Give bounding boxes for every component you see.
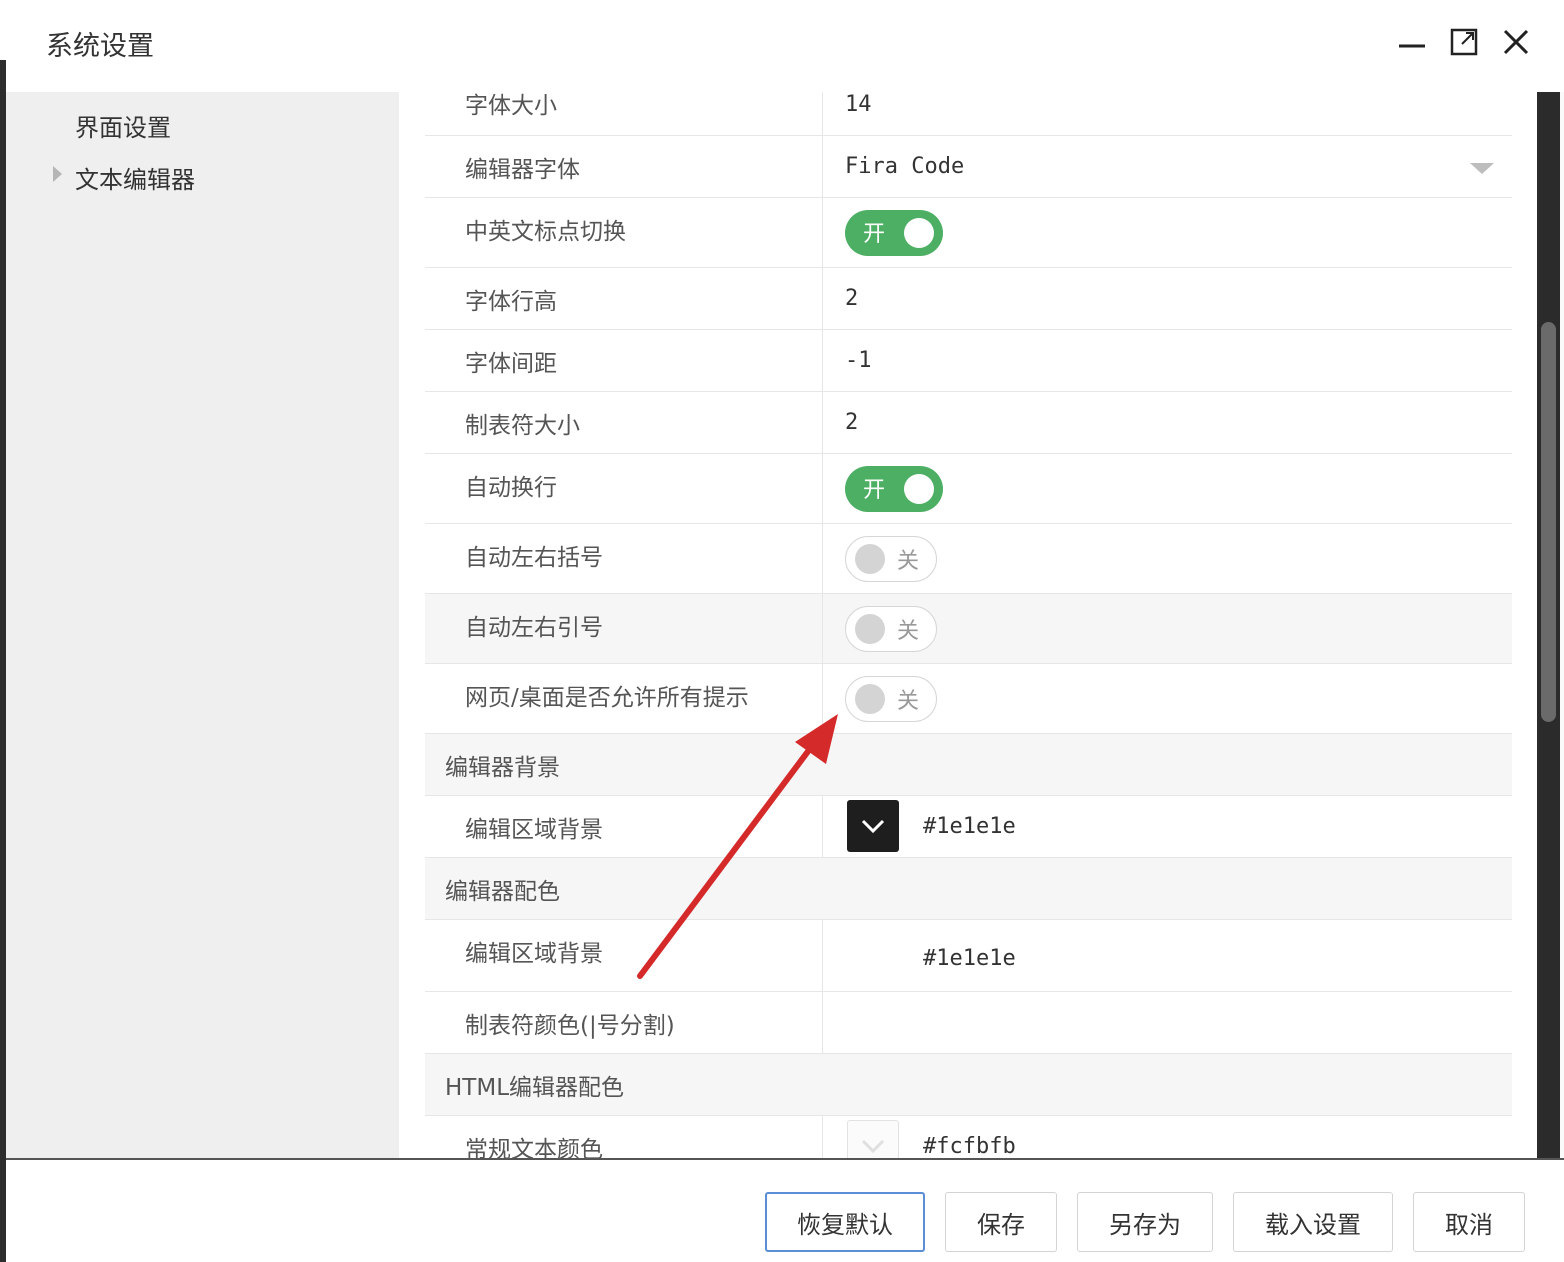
expand-arrow-icon[interactable] — [53, 166, 62, 182]
cancel-button[interactable]: 取消 — [1413, 1192, 1525, 1252]
save-as-button[interactable]: 另存为 — [1077, 1192, 1213, 1252]
letter-spacing-input[interactable]: -1 — [845, 348, 872, 373]
setting-label: 常规文本颜色 — [465, 1137, 603, 1160]
color-value[interactable]: #1e1e1e — [923, 814, 1016, 839]
scrollbar-thumb[interactable] — [1541, 322, 1556, 722]
editor-font-select[interactable]: Fira Code — [823, 136, 1512, 197]
setting-row-word-wrap: 自动换行 开 — [425, 454, 1512, 524]
setting-label: 自动换行 — [465, 475, 557, 501]
setting-row-auto-brackets: 自动左右括号 关 — [425, 524, 1512, 594]
toggle-state: 关 — [897, 619, 920, 644]
setting-row-tab-color: 制表符颜色(|号分割) — [425, 992, 1512, 1054]
setting-row-html-text-color: 常规文本颜色 #fcfbfb — [425, 1116, 1512, 1160]
line-height-input[interactable]: 2 — [845, 286, 858, 311]
dialog-footer: 恢复默认 保存 另存为 载入设置 取消 — [6, 1158, 1564, 1262]
allow-hints-toggle[interactable]: 关 — [845, 676, 937, 722]
group-html-editor-colors: HTML编辑器配色 — [425, 1054, 1512, 1116]
setting-label: 自动左右引号 — [465, 615, 603, 641]
setting-row-line-height: 字体行高 2 — [425, 268, 1512, 330]
group-editor-background: 编辑器背景 — [425, 734, 1512, 796]
group-title: 编辑器背景 — [445, 755, 560, 781]
toggle-knob — [855, 614, 885, 644]
setting-row-editor-area-bg: 编辑区域背景 #1e1e1e — [425, 796, 1512, 858]
sidebar-item-text-editor[interactable]: 文本编辑器 — [75, 160, 195, 195]
color-value[interactable]: #fcfbfb — [923, 1134, 1016, 1159]
editor-font-value: Fira Code — [845, 154, 965, 179]
setting-row-auto-quotes: 自动左右引号 关 — [425, 594, 1512, 664]
group-editor-colors: 编辑器配色 — [425, 858, 1512, 920]
setting-row-punct-switch: 中英文标点切换 开 — [425, 198, 1512, 268]
minimize-icon[interactable] — [1392, 22, 1432, 62]
setting-label: 网页/桌面是否允许所有提示 — [465, 685, 749, 711]
toggle-knob — [855, 684, 885, 714]
settings-sidebar: 界面设置 文本编辑器 — [6, 92, 399, 1160]
group-title: 编辑器配色 — [445, 879, 560, 905]
load-settings-button[interactable]: 载入设置 — [1233, 1192, 1393, 1252]
setting-label: 字体大小 — [465, 93, 557, 119]
setting-label: 编辑区域背景 — [465, 817, 603, 843]
setting-row-font-size: 字体大小 14 — [425, 92, 1512, 136]
close-icon[interactable] — [1496, 22, 1536, 62]
setting-label: 字体行高 — [465, 289, 557, 315]
color-swatch-button[interactable] — [847, 800, 899, 852]
chevron-down-icon[interactable] — [1470, 163, 1494, 174]
setting-label: 编辑器字体 — [465, 157, 580, 183]
sidebar-item-ui-settings[interactable]: 界面设置 — [75, 108, 171, 143]
chevron-down-icon — [861, 1139, 885, 1154]
color-value[interactable]: #1e1e1e — [923, 946, 1016, 971]
toggle-state: 关 — [897, 689, 920, 714]
setting-row-letter-spacing: 字体间距 -1 — [425, 330, 1512, 392]
punct-switch-toggle[interactable]: 开 — [845, 210, 943, 256]
group-title: HTML编辑器配色 — [445, 1075, 625, 1101]
settings-content: 字体大小 14 编辑器字体 Fira Code 中英文标点切换 开 字体行高 2 — [399, 92, 1537, 1160]
tab-size-input[interactable]: 2 — [845, 410, 858, 435]
word-wrap-toggle[interactable]: 开 — [845, 466, 943, 512]
setting-label: 制表符颜色(|号分割) — [465, 1013, 675, 1039]
auto-brackets-toggle[interactable]: 关 — [845, 536, 937, 582]
setting-row-allow-hints: 网页/桌面是否允许所有提示 关 — [425, 664, 1512, 734]
setting-label: 中英文标点切换 — [465, 219, 626, 245]
maximize-icon[interactable] — [1444, 22, 1484, 62]
setting-row-editor-font: 编辑器字体 Fira Code — [425, 136, 1512, 198]
setting-row-tab-size: 制表符大小 2 — [425, 392, 1512, 454]
setting-label: 编辑区域背景 — [465, 941, 603, 967]
setting-label: 制表符大小 — [465, 413, 580, 439]
toggle-state: 关 — [897, 549, 920, 574]
toggle-state: 开 — [863, 478, 886, 503]
auto-quotes-toggle[interactable]: 关 — [845, 606, 937, 652]
setting-label: 字体间距 — [465, 351, 557, 377]
toggle-knob — [904, 218, 934, 248]
font-size-input[interactable]: 14 — [845, 92, 872, 117]
toggle-knob — [855, 544, 885, 574]
setting-row-editor-colors-area-bg: 编辑区域背景 #1e1e1e — [425, 920, 1512, 992]
toggle-knob — [904, 474, 934, 504]
restore-default-button[interactable]: 恢复默认 — [765, 1192, 925, 1252]
save-button[interactable]: 保存 — [945, 1192, 1057, 1252]
window-title: 系统设置 — [46, 31, 154, 62]
setting-label: 自动左右括号 — [465, 545, 603, 571]
toggle-state: 开 — [863, 222, 886, 247]
title-bar: 系统设置 — [6, 0, 1564, 92]
chevron-down-icon — [861, 819, 885, 834]
color-swatch-button[interactable] — [847, 1120, 899, 1160]
tab-color-input[interactable] — [823, 992, 1512, 1053]
